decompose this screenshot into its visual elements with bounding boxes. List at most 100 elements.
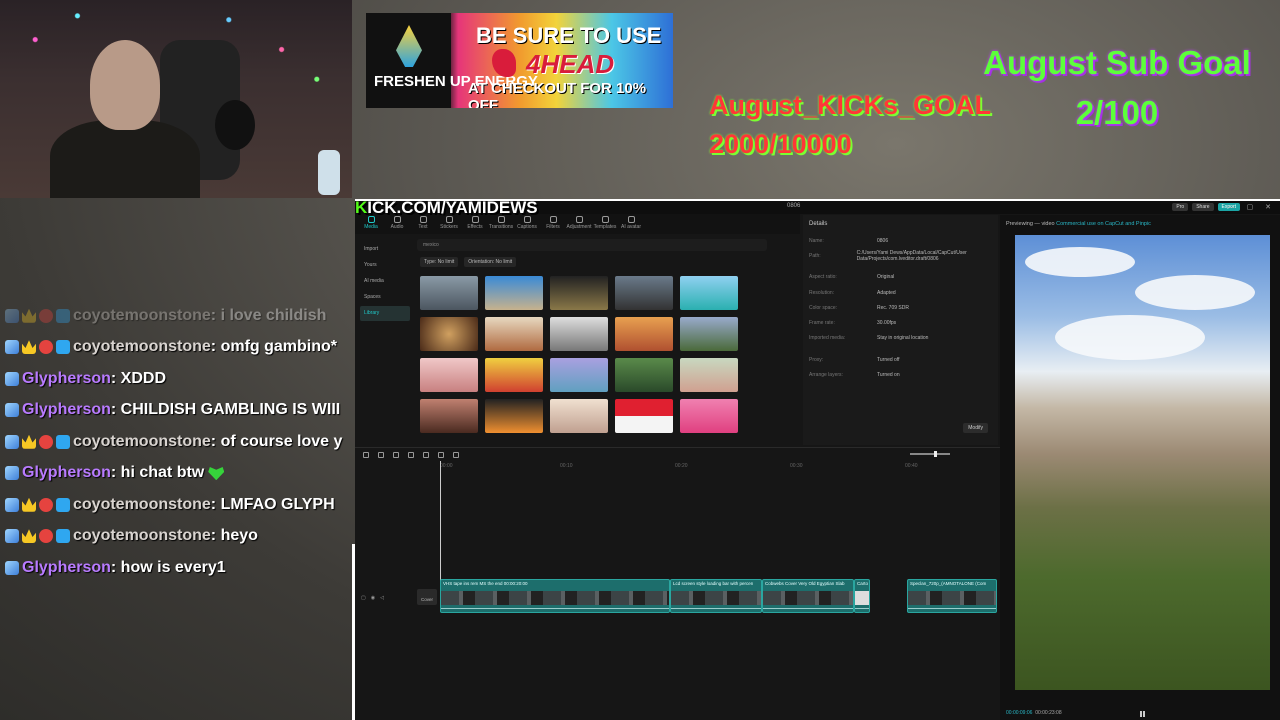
sub-goal-title: August Sub Goal xyxy=(983,44,1251,81)
media-thumb[interactable] xyxy=(485,399,543,433)
sidebar-item-yours[interactable]: Yours xyxy=(360,258,410,273)
media-thumb[interactable] xyxy=(680,317,738,351)
media-thumb[interactable] xyxy=(680,358,738,392)
sponsor-code: 4HEAD xyxy=(526,49,615,79)
trim-right-icon[interactable] xyxy=(438,451,444,458)
zoom-knob[interactable] xyxy=(934,451,937,457)
media-thumb[interactable] xyxy=(680,399,738,433)
lock-icon[interactable]: ▢ xyxy=(361,595,366,601)
pro-button[interactable]: Pro xyxy=(1172,203,1189,211)
window-controls[interactable]: — ▢ ✕ xyxy=(1228,203,1276,211)
media-thumb[interactable] xyxy=(420,317,478,351)
timeline-clip[interactable]: Cobwebs Cover Very Old Egyptian Slab xyxy=(762,579,854,613)
cover-button[interactable]: Cover xyxy=(417,589,437,605)
crown-badge-icon xyxy=(22,434,36,449)
media-thumb[interactable] xyxy=(680,276,738,310)
tool-ai-avatar[interactable]: AI avatar xyxy=(620,214,642,234)
chat-username[interactable]: coyotemoonstone xyxy=(73,307,211,325)
chat-text: : how is every1 xyxy=(110,558,226,576)
detail-key: Path: xyxy=(809,252,821,259)
sidebar-item-import[interactable]: Import xyxy=(360,242,410,257)
streamer-body xyxy=(50,120,200,198)
redo-icon[interactable] xyxy=(393,451,399,458)
sidebar-item-spaces[interactable]: Spaces xyxy=(360,290,410,305)
eye-icon[interactable]: ◉ xyxy=(371,595,375,601)
ruler-tick: 00:00 xyxy=(440,463,453,469)
detail-value: Rec. 709 SDR xyxy=(877,304,909,311)
capcut-window: 0806 Pro Share Export — ▢ ✕ Media Audio Te… xyxy=(355,199,1280,720)
chat-username[interactable]: Glypherson xyxy=(22,464,111,482)
zoom-slider[interactable] xyxy=(910,451,950,457)
clip-frames xyxy=(763,591,853,605)
chat-username[interactable]: Glypherson xyxy=(22,401,111,419)
timeline-ruler: 00:00 00:10 00:20 00:30 00:40 xyxy=(440,463,1000,471)
detail-row: Color space: Rec. 709 SDR xyxy=(809,300,992,315)
chat-username[interactable]: Glypherson xyxy=(22,559,111,577)
detail-value: Original xyxy=(877,274,895,281)
chat-username[interactable]: Glypherson xyxy=(22,370,111,388)
detail-value: 30.00fps xyxy=(877,320,897,327)
sword-badge-icon xyxy=(5,529,19,544)
chat-username[interactable]: coyotemoonstone xyxy=(73,527,211,545)
detail-key: Imported media: xyxy=(809,335,846,342)
clip-label: Speclan_720p_(AMNOTALONE (Com xyxy=(910,581,987,586)
sword-badge-icon xyxy=(5,560,19,575)
tool-label: Media xyxy=(364,224,378,230)
timeline-clip[interactable]: Carto xyxy=(854,579,870,613)
ruler-tick: 00:30 xyxy=(790,463,803,469)
media-thumb[interactable] xyxy=(550,358,608,392)
media-thumb[interactable] xyxy=(485,317,543,351)
tool-label: Transitions xyxy=(488,224,514,230)
preview-video[interactable] xyxy=(1015,235,1270,690)
orientation-filter[interactable]: Orientation: No limit xyxy=(464,257,517,267)
select-icon[interactable] xyxy=(363,451,369,458)
cube-badge-icon xyxy=(56,340,70,355)
chat-overlay: coyotemoonstone: i love childish coyotem… xyxy=(0,300,352,584)
media-thumb[interactable] xyxy=(485,358,543,392)
media-thumb[interactable] xyxy=(615,317,673,351)
chat-username[interactable]: coyotemoonstone xyxy=(73,338,211,356)
chat-message: Glypherson: CHILDISH GAMBLING IS WIII xyxy=(0,395,352,427)
split-icon[interactable] xyxy=(408,451,414,458)
tool-adjustment[interactable]: Adjustment xyxy=(566,214,592,234)
media-thumb[interactable] xyxy=(420,276,478,310)
tool-templates[interactable]: Templates xyxy=(594,214,616,234)
cloud xyxy=(1025,247,1135,277)
preview-label: Previewing — video xyxy=(1006,221,1055,227)
detail-key: Proxy: xyxy=(809,356,824,363)
sidebar-item-library[interactable]: Library xyxy=(360,306,410,321)
media-thumb[interactable] xyxy=(615,358,673,392)
media-thumb[interactable] xyxy=(420,358,478,392)
timeline-toolbar xyxy=(355,447,1000,461)
media-thumb[interactable] xyxy=(615,399,673,433)
kick-url: KICK.COM/YAMIDEWS xyxy=(355,198,538,218)
media-search-input[interactable]: mexico xyxy=(417,239,767,251)
sidebar-item-ai-media[interactable]: AI media xyxy=(360,274,410,289)
media-thumb[interactable] xyxy=(420,399,478,433)
media-thumb[interactable] xyxy=(615,276,673,310)
sword-badge-icon xyxy=(5,497,19,512)
undo-icon[interactable] xyxy=(378,451,384,458)
media-thumb[interactable] xyxy=(550,399,608,433)
pause-icon[interactable] xyxy=(1140,711,1145,717)
timeline-clip[interactable]: Speclan_720p_(AMNOTALONE (Com xyxy=(907,579,997,613)
media-thumb[interactable] xyxy=(550,276,608,310)
tool-filters[interactable]: Filters xyxy=(542,214,564,234)
type-filter[interactable]: Type: No limit xyxy=(420,257,459,267)
ai-avatar-icon xyxy=(627,216,635,223)
chat-username[interactable]: coyotemoonstone xyxy=(73,496,211,514)
chat-message: coyotemoonstone: of course love y xyxy=(0,426,352,458)
timeline-clip[interactable]: VHS tape ins rem MS the end 00:00:20:00 xyxy=(440,579,670,613)
sponsor-line-1: BE SURE TO USE xyxy=(476,23,662,48)
audio-icon[interactable]: ◁ xyxy=(380,595,384,601)
trim-left-icon[interactable] xyxy=(423,451,429,458)
modify-button[interactable]: Modify xyxy=(963,423,988,433)
timeline-clip[interactable]: Lcd screen style loading bar with percen xyxy=(670,579,762,613)
tool-label: Adjustment xyxy=(566,224,592,230)
share-button[interactable]: Share xyxy=(1192,203,1214,211)
details-panel: Details Name: 0806 Path: C:/Users/Yami Dews… xyxy=(803,215,998,445)
delete-icon[interactable] xyxy=(453,451,459,458)
media-thumb[interactable] xyxy=(485,276,543,310)
media-thumb[interactable] xyxy=(550,317,608,351)
chat-username[interactable]: coyotemoonstone xyxy=(73,433,211,451)
